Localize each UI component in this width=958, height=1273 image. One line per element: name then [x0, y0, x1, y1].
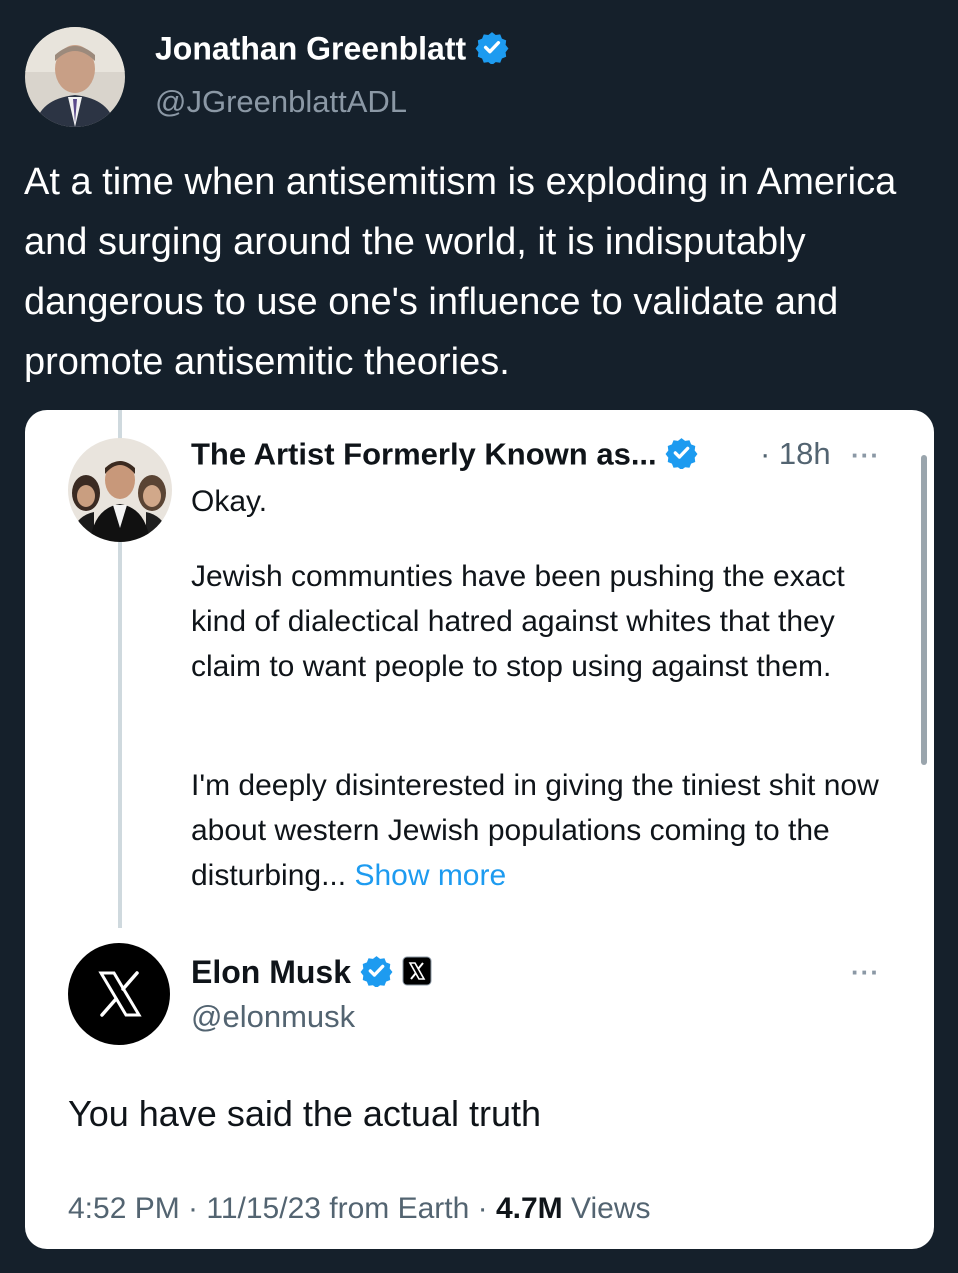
quoted-paragraph: Jewish communties have been pushing the …	[191, 560, 845, 683]
verified-badge-icon	[475, 30, 509, 72]
reply-author-avatar[interactable]	[68, 943, 170, 1045]
verified-badge-icon	[360, 954, 393, 995]
quoted-tweet-card[interactable]: The Artist Formerly Known as... · 18h ··…	[25, 410, 934, 1249]
x-affiliation-icon[interactable]	[402, 956, 432, 994]
tweet-text: At a time when antisemitism is exploding…	[24, 161, 897, 383]
reply-author-name[interactable]: Elon Musk	[191, 954, 351, 990]
author-name-row: Jonathan Greenblatt	[155, 30, 509, 72]
scrollbar[interactable]	[921, 455, 927, 765]
author-handle[interactable]: @JGreenblattADL	[155, 84, 407, 120]
show-more-link[interactable]: Show more	[354, 859, 506, 892]
timestamp[interactable]: 4:52 PM · 11/15/23 from Earth ·	[68, 1192, 496, 1225]
reply-author-row: Elon Musk	[191, 954, 432, 995]
author-name[interactable]: Jonathan Greenblatt	[155, 30, 466, 66]
quoted-author-name[interactable]: The Artist Formerly Known as...	[191, 437, 657, 472]
quoted-paragraph-text: I'm deeply disinterested in giving the t…	[191, 769, 879, 892]
views-label: Views	[562, 1192, 651, 1225]
reply-author-handle[interactable]: @elonmusk	[191, 999, 355, 1035]
quoted-timestamp[interactable]: · 18h	[760, 436, 831, 472]
tweet-header: Jonathan Greenblatt @JGreenblattADL	[0, 0, 958, 140]
more-icon[interactable]: ···	[851, 440, 880, 471]
quoted-author-row: The Artist Formerly Known as...	[191, 436, 698, 477]
author-avatar[interactable]	[25, 27, 125, 127]
reply-text: You have said the actual truth	[68, 1093, 542, 1134]
tweet-meta: 4:52 PM · 11/15/23 from Earth · 4.7M Vie…	[68, 1192, 651, 1226]
more-icon[interactable]: ···	[851, 957, 880, 988]
quoted-paragraph: Okay.	[191, 485, 268, 518]
verified-badge-icon	[665, 436, 698, 477]
quoted-paragraph-last: I'm deeply disinterested in giving the t…	[191, 763, 891, 898]
quoted-author-avatar[interactable]	[68, 438, 172, 542]
x-logo-icon	[98, 971, 142, 1017]
views-count[interactable]: 4.7M	[496, 1192, 563, 1225]
